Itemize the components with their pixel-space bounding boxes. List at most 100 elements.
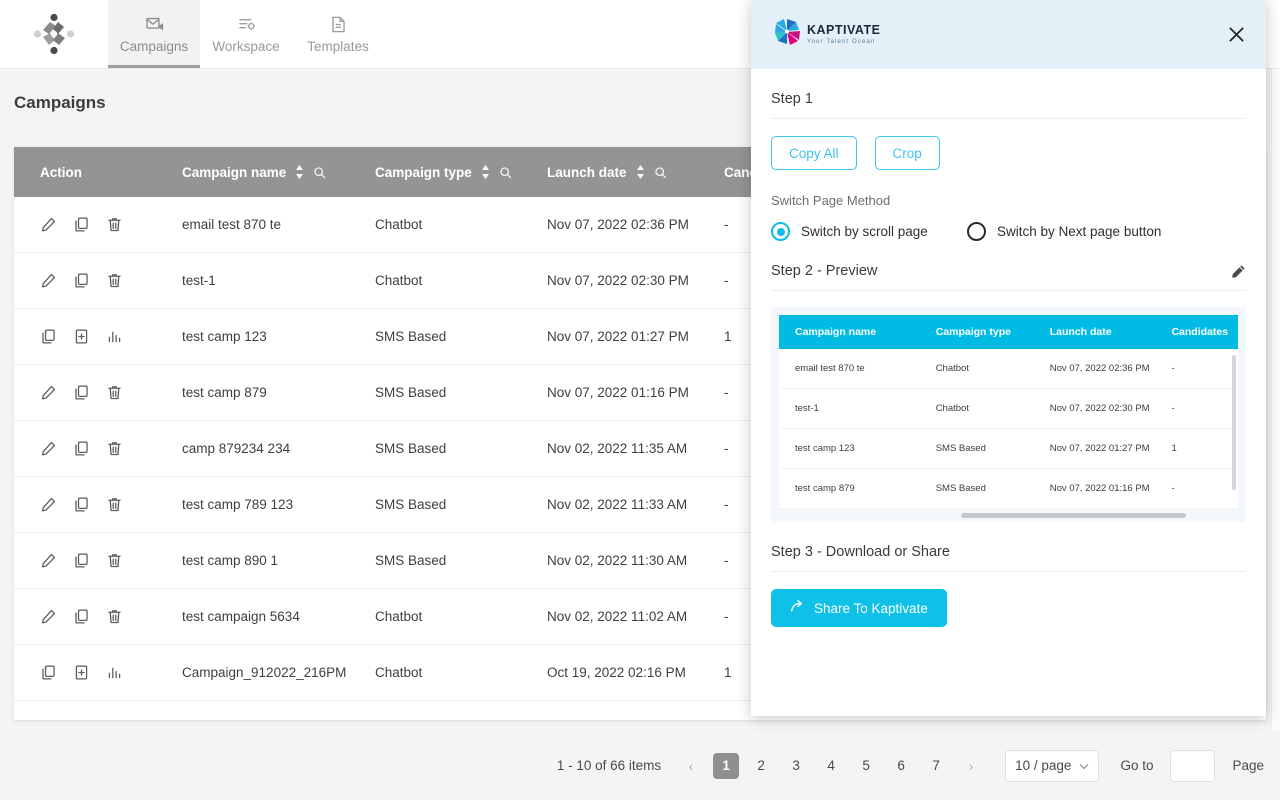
- edit-pencil-icon[interactable]: [1231, 264, 1246, 279]
- copy-icon[interactable]: [40, 664, 57, 681]
- campaign-envelope-icon: [145, 14, 164, 34]
- cell-launch-date: Nov 02, 2022 11:33 AM: [547, 497, 688, 512]
- radio-switch-by-scroll-page[interactable]: Switch by scroll page: [771, 222, 967, 241]
- radio-label: Switch by Next page button: [997, 224, 1162, 239]
- preview-header-row: Campaign name Campaign type Launch date …: [779, 315, 1238, 349]
- step2-title-text: Step 2 - Preview: [771, 263, 878, 279]
- step1-title-text: Step 1: [771, 91, 813, 107]
- search-icon[interactable]: [499, 166, 512, 179]
- copy-icon[interactable]: [73, 440, 90, 457]
- close-icon[interactable]: [1228, 26, 1245, 43]
- preview-cell-candidates: -: [1171, 403, 1175, 414]
- edit-icon[interactable]: [40, 496, 57, 513]
- sort-icon[interactable]: [481, 165, 490, 179]
- radio-indicator-selected[interactable]: [771, 222, 790, 241]
- column-header-launch-date[interactable]: Launch date: [547, 165, 724, 180]
- goto-page-input[interactable]: [1170, 749, 1216, 782]
- pagination-page-1[interactable]: 1: [713, 752, 740, 779]
- crop-button[interactable]: Crop: [874, 136, 940, 170]
- copy-icon[interactable]: [73, 384, 90, 401]
- preview-vertical-scrollbar[interactable]: [1232, 355, 1236, 490]
- cell-launch-date: Nov 02, 2022 11:30 AM: [547, 553, 688, 568]
- nav-tab-label: Templates: [307, 39, 369, 54]
- switch-page-method-label: Switch Page Method: [771, 193, 891, 208]
- company-logo[interactable]: [0, 0, 108, 68]
- preview-horizontal-scrollbar[interactable]: [961, 513, 1186, 518]
- edit-icon[interactable]: [40, 552, 57, 569]
- row-actions: [40, 608, 182, 625]
- delete-icon[interactable]: [106, 272, 123, 289]
- copy-icon[interactable]: [73, 272, 90, 289]
- step2-title: Step 2 - Preview: [771, 241, 1246, 291]
- analytics-icon[interactable]: [106, 328, 123, 345]
- column-label: Campaign name: [182, 164, 287, 180]
- row-actions: [40, 384, 182, 401]
- edit-icon[interactable]: [40, 440, 57, 457]
- nav-tab-campaigns[interactable]: Campaigns: [108, 0, 200, 68]
- cell-campaign-type: SMS Based: [375, 385, 447, 400]
- column-header-campaign-name[interactable]: Campaign name: [182, 165, 375, 180]
- radio-label: Switch by scroll page: [801, 224, 928, 239]
- preview-cell-launch-date: Nov 07, 2022 01:16 PM: [1049, 483, 1150, 494]
- delete-icon[interactable]: [106, 384, 123, 401]
- kaptivate-wordmark: KAPTIVATE Your Talent Ocean: [807, 24, 880, 45]
- pagination-prev-button[interactable]: ‹: [678, 753, 704, 779]
- sort-icon[interactable]: [295, 165, 304, 179]
- radio-indicator-unselected[interactable]: [967, 222, 986, 241]
- preview-column-campaign-type: Campaign type: [935, 326, 1011, 338]
- nav-tab-workspace[interactable]: Workspace: [200, 0, 292, 68]
- search-icon[interactable]: [654, 166, 667, 179]
- template-document-icon: [329, 14, 348, 34]
- share-arrow-icon: [790, 599, 805, 617]
- step3-title: Step 3 - Download or Share: [771, 522, 1246, 572]
- pagination-page-3[interactable]: 3: [783, 753, 809, 779]
- edit-icon[interactable]: [40, 272, 57, 289]
- column-label: Campaign type: [375, 164, 472, 180]
- row-actions: [40, 216, 182, 233]
- nav-tab-templates[interactable]: Templates: [292, 0, 384, 68]
- pagination-next-button[interactable]: ›: [958, 753, 984, 779]
- edit-icon[interactable]: [40, 216, 57, 233]
- step1-buttons: Copy All Crop: [771, 136, 1246, 170]
- page-scrollbar[interactable]: [1271, 69, 1280, 731]
- add-box-icon[interactable]: [73, 328, 90, 345]
- analytics-icon[interactable]: [106, 664, 123, 681]
- preview-cell-candidates: 1: [1171, 443, 1177, 454]
- preview-cell-launch-date: Nov 07, 2022 02:30 PM: [1049, 403, 1150, 414]
- copy-icon[interactable]: [40, 328, 57, 345]
- delete-icon[interactable]: [106, 552, 123, 569]
- search-icon[interactable]: [313, 166, 326, 179]
- preview-table: Campaign name Campaign type Launch date …: [779, 315, 1238, 509]
- pagination-page-6[interactable]: 6: [888, 753, 914, 779]
- column-header-campaign-type[interactable]: Campaign type: [375, 165, 547, 180]
- radio-switch-by-next-page-button[interactable]: Switch by Next page button: [967, 222, 1161, 241]
- delete-icon[interactable]: [106, 608, 123, 625]
- copy-icon[interactable]: [73, 216, 90, 233]
- copy-icon[interactable]: [73, 552, 90, 569]
- cell-launch-date: Oct 19, 2022 02:16 PM: [547, 665, 686, 680]
- copy-icon[interactable]: [73, 608, 90, 625]
- copy-all-button[interactable]: Copy All: [771, 136, 857, 170]
- sort-icon[interactable]: [636, 165, 645, 179]
- page-size-select[interactable]: 10 / page: [1005, 749, 1100, 782]
- pagination-page-5[interactable]: 5: [853, 753, 879, 779]
- cell-campaign-name: test camp 890 1: [182, 553, 279, 568]
- cell-campaign-type: Chatbot: [375, 273, 423, 288]
- cell-campaign-name: Campaign_912022_216PM: [182, 665, 347, 680]
- pagination-page-4[interactable]: 4: [818, 753, 844, 779]
- delete-icon[interactable]: [106, 216, 123, 233]
- preview-cell-campaign-type: SMS Based: [935, 443, 986, 454]
- delete-icon[interactable]: [106, 440, 123, 457]
- cell-launch-date: Nov 07, 2022 01:27 PM: [547, 329, 689, 344]
- delete-icon[interactable]: [106, 496, 123, 513]
- cell-launch-date: Nov 07, 2022 01:16 PM: [547, 385, 689, 400]
- add-box-icon[interactable]: [73, 664, 90, 681]
- pagination-page-2[interactable]: 2: [748, 753, 774, 779]
- edit-icon[interactable]: [40, 608, 57, 625]
- share-to-kaptivate-button[interactable]: Share To Kaptivate: [771, 589, 947, 627]
- edit-icon[interactable]: [40, 384, 57, 401]
- page-label: Page: [1232, 758, 1264, 773]
- copy-icon[interactable]: [73, 496, 90, 513]
- pagination-page-7[interactable]: 7: [923, 753, 949, 779]
- goto-label: Go to: [1120, 758, 1154, 773]
